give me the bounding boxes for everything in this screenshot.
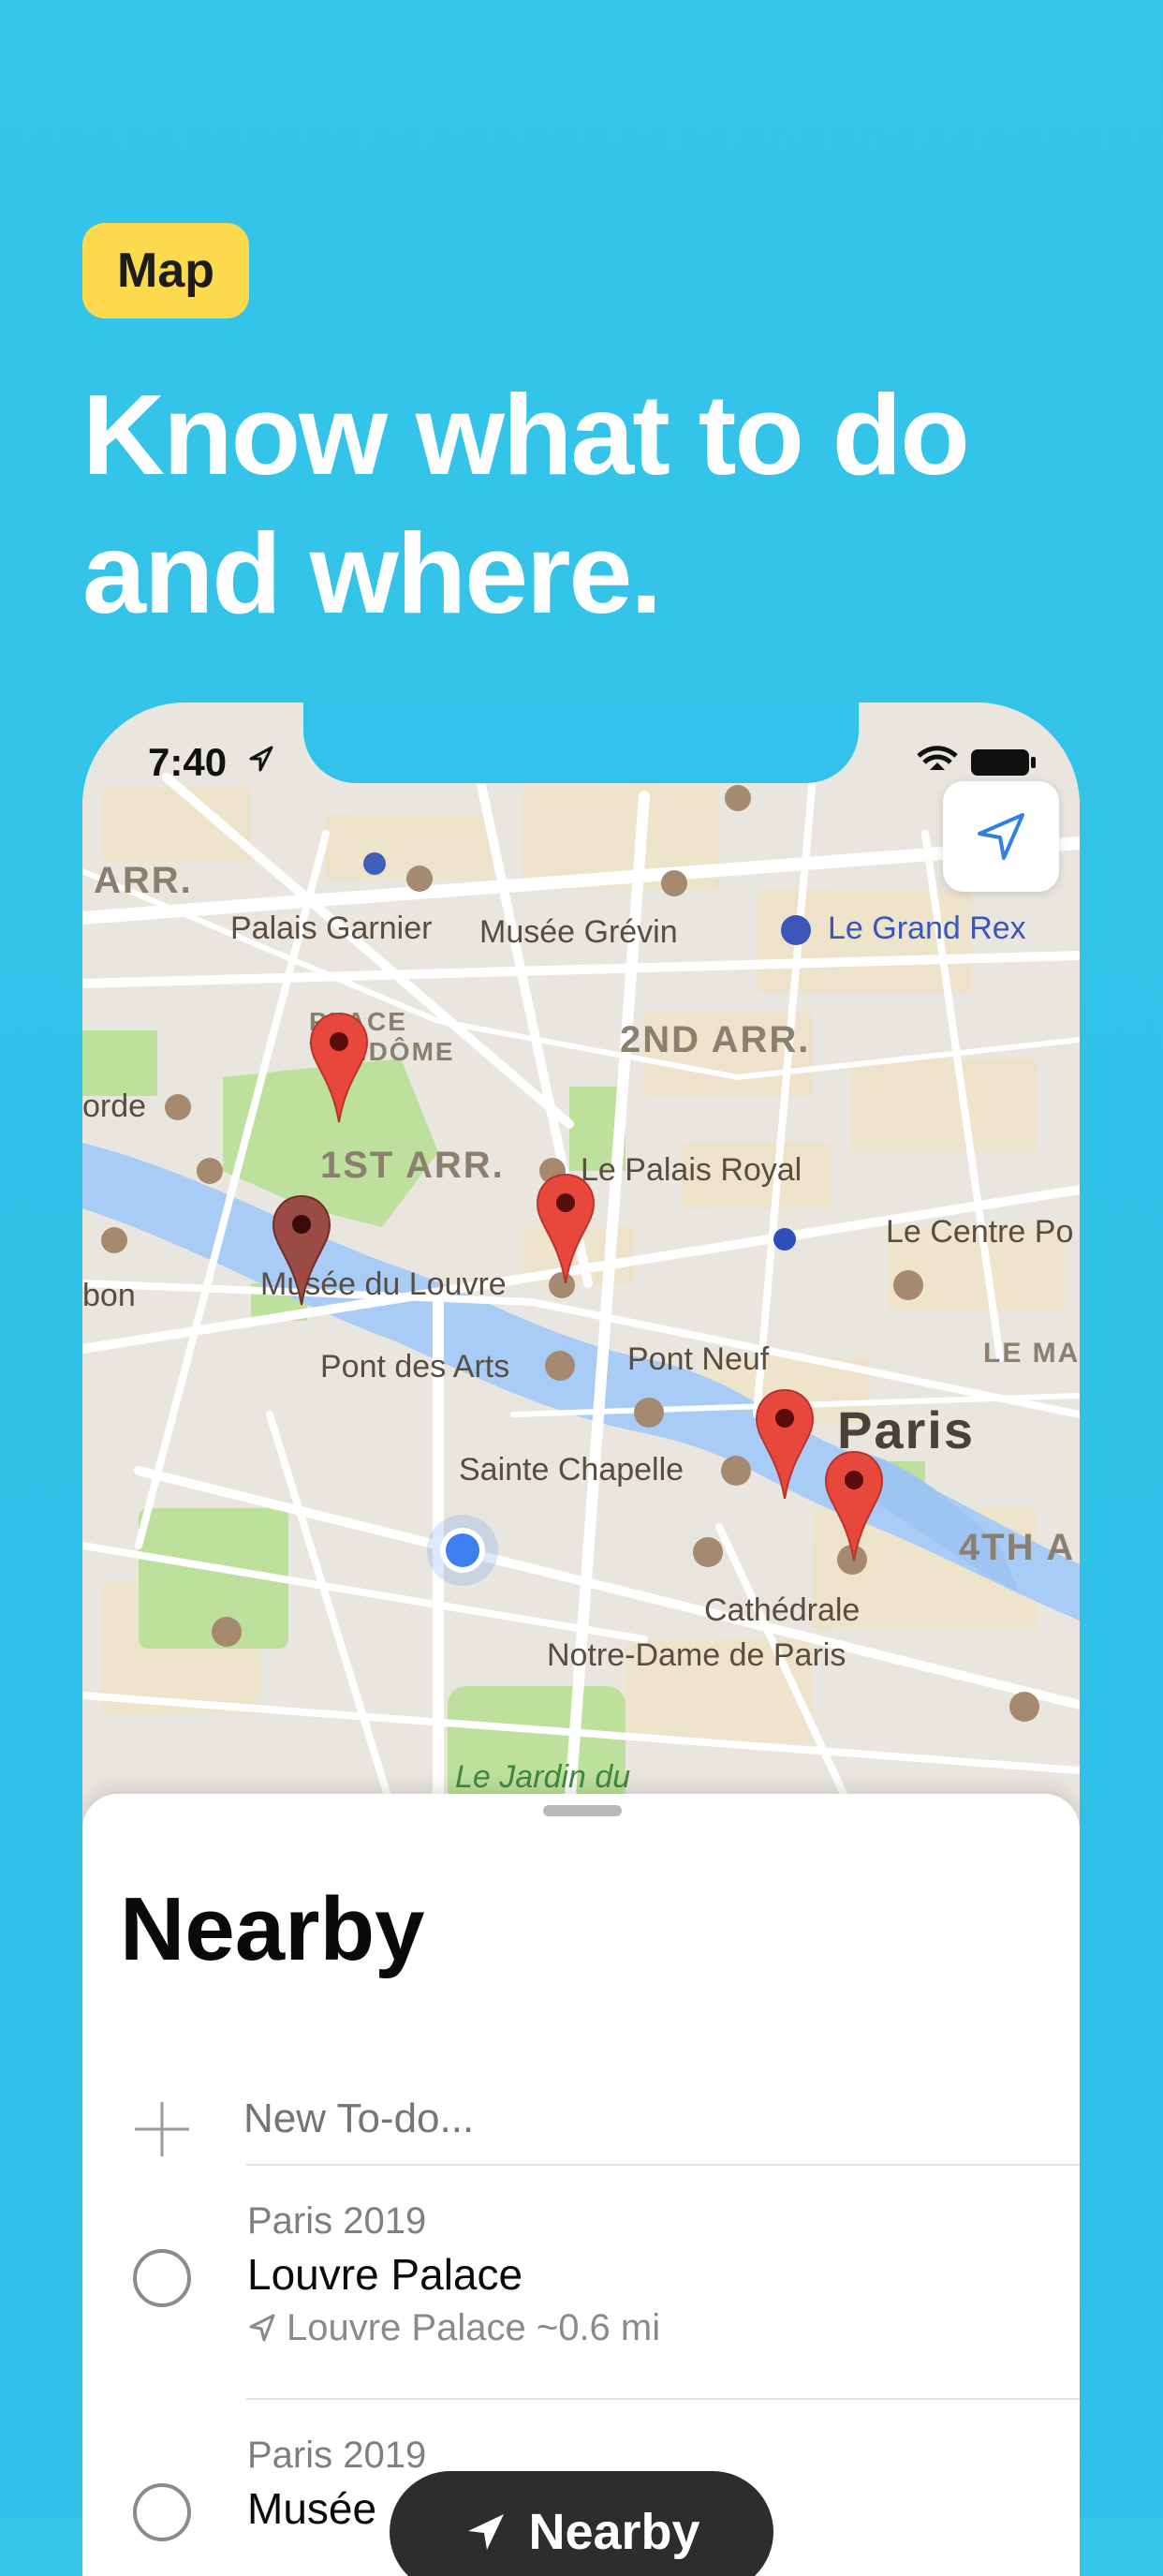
- headline-line-2: and where.: [82, 510, 662, 637]
- divider: [246, 2398, 1080, 2400]
- todo-location-text: Louvre Palace ~0.6 mi: [287, 2307, 661, 2348]
- map-pin[interactable]: [824, 1450, 884, 1562]
- map-label-palais-garnier: Palais Garnier: [230, 910, 433, 946]
- map-label-le-centre-po: Le Centre Po: [886, 1214, 1074, 1250]
- map-label-le-ma: LE MA: [983, 1338, 1080, 1369]
- sheet-title: Nearby: [120, 1879, 425, 1979]
- map-label-musee-grevin: Musée Grévin: [479, 914, 678, 950]
- nearby-pill-button[interactable]: Nearby: [390, 2471, 773, 2576]
- map-badge: Map: [82, 223, 249, 318]
- map-pin-selected[interactable]: [272, 1194, 331, 1307]
- headline: Know what to do and where.: [82, 365, 1112, 643]
- todo-checkbox[interactable]: [133, 2483, 191, 2541]
- map-label-arr: ARR.: [94, 860, 193, 901]
- map-label-le-grand-rex: Le Grand Rex: [828, 910, 1026, 946]
- battery-icon: [971, 749, 1036, 776]
- location-arrow-icon: [249, 746, 273, 772]
- map-label-le-palais-royal: Le Palais Royal: [581, 1152, 802, 1188]
- location-arrow-icon: [249, 2314, 275, 2342]
- map-label-pont-des-arts: Pont des Arts: [320, 1349, 510, 1384]
- map-label-sainte-chapelle: Sainte Chapelle: [459, 1452, 685, 1488]
- todo-category: Paris 2019: [247, 2200, 427, 2242]
- navigation-arrow-icon: [978, 813, 1024, 860]
- device-notch: [303, 703, 859, 783]
- map-label-cathedrale: Cathédrale: [704, 1592, 861, 1628]
- phone-screen: ARR. Palais Garnier Musée Grévin Le Gran…: [82, 703, 1080, 2576]
- map-pin[interactable]: [536, 1173, 596, 1285]
- nearby-pill-label: Nearby: [528, 2504, 700, 2560]
- todo-title: Musée: [247, 2484, 377, 2533]
- nearby-sheet[interactable]: Nearby Paris 2019 Louvre Palace Louvre P…: [82, 1794, 1080, 2576]
- map-label-bon: bon: [82, 1278, 136, 1313]
- wifi-icon: [917, 746, 958, 770]
- map-label-le-jardin-du: Le Jardin du: [455, 1759, 631, 1795]
- map-label-2nd-arr: 2ND ARR.: [620, 1019, 811, 1060]
- todo-title: Louvre Palace: [247, 2250, 523, 2299]
- map-pin[interactable]: [309, 1012, 369, 1124]
- map-label-notre-dame: Notre-Dame de Paris: [547, 1637, 846, 1673]
- new-todo-input[interactable]: [242, 2095, 901, 2143]
- map-pin[interactable]: [755, 1388, 815, 1501]
- status-time: 7:40: [148, 740, 228, 784]
- map-label-1st-arr: 1ST ARR.: [320, 1145, 505, 1186]
- location-arrow-icon: [468, 2514, 505, 2550]
- todo-location: Louvre Palace ~0.6 mi: [247, 2307, 660, 2349]
- map-label-orde: orde: [82, 1088, 147, 1124]
- todo-item[interactable]: Paris 2019 Louvre Palace Louvre Palace ~…: [82, 2167, 1080, 2401]
- status-icons: [917, 746, 1036, 776]
- todo-checkbox[interactable]: [133, 2249, 191, 2307]
- headline-line-1: Know what to do: [82, 371, 970, 498]
- map-label-4th-a: 4TH A: [959, 1527, 1076, 1568]
- sheet-grabber[interactable]: [543, 1805, 622, 1816]
- locate-me-button[interactable]: [943, 781, 1059, 892]
- map-label-pont-neuf: Pont Neuf: [627, 1341, 770, 1377]
- divider: [246, 2164, 1080, 2166]
- plus-icon[interactable]: [131, 2098, 193, 2160]
- todo-category: Paris 2019: [247, 2435, 427, 2476]
- map-view[interactable]: ARR. Palais Garnier Musée Grévin Le Gran…: [82, 703, 1080, 1814]
